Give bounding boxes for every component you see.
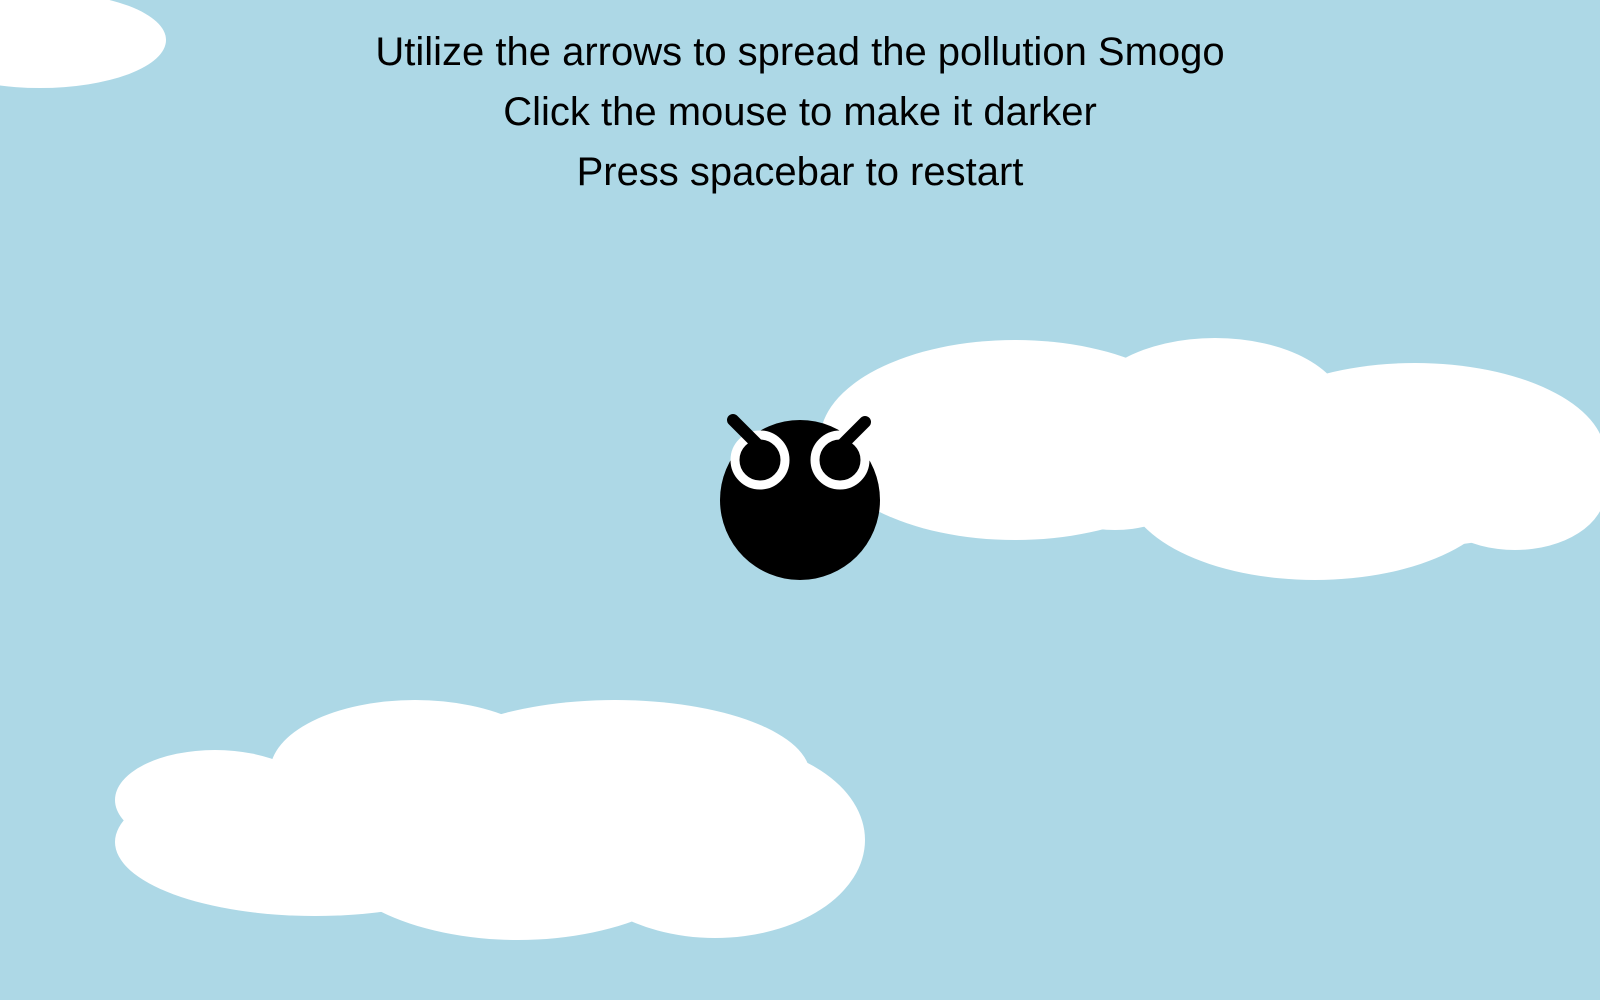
instruction-spacebar: Press spacebar to restart [576, 150, 1024, 194]
smogo-character [720, 414, 880, 580]
instruction-mouse: Click the mouse to make it darker [503, 90, 1097, 134]
instruction-arrows: Utilize the arrows to spread the polluti… [375, 30, 1225, 74]
instructions-text: Utilize the arrows to spread the polluti… [0, 22, 1600, 202]
